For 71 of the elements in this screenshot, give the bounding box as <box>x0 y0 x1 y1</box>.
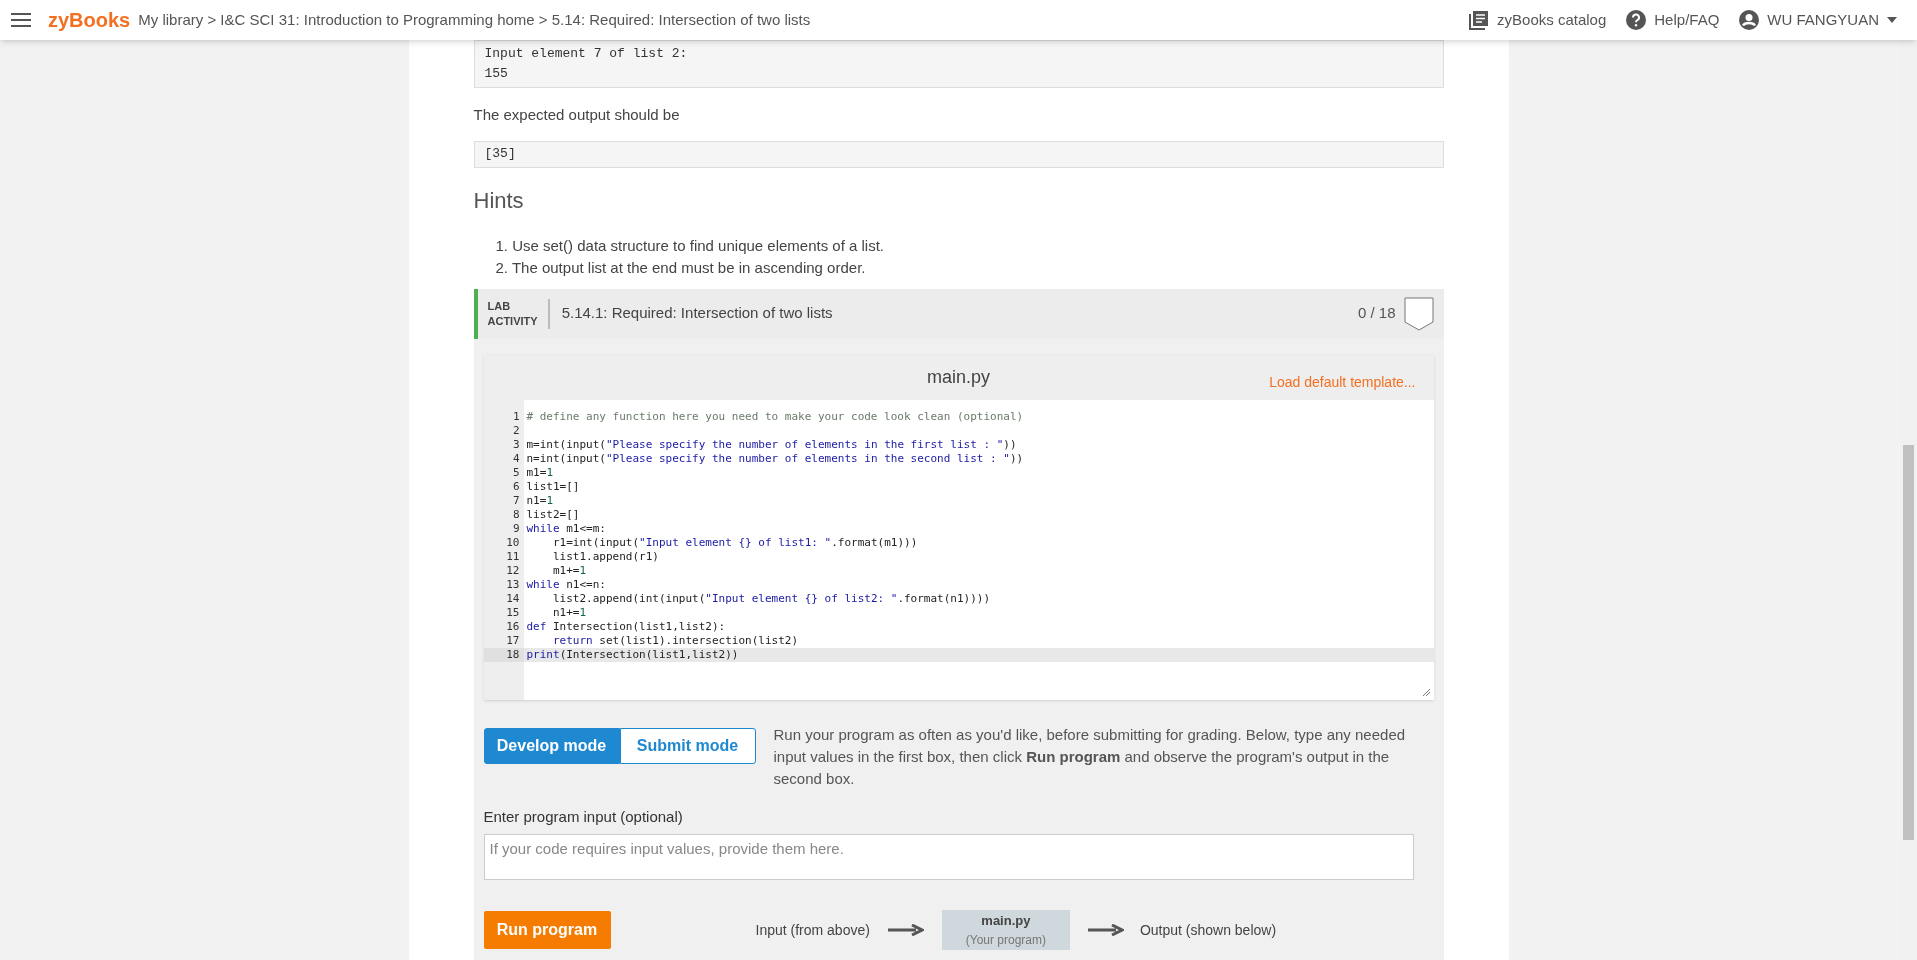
code-line: n1=1 <box>525 493 554 508</box>
lab-badge: LAB ACTIVITY <box>487 298 550 329</box>
caret-icon <box>1887 17 1897 23</box>
load-template-link[interactable]: Load default template... <box>1269 371 1416 393</box>
expected-output: [35] <box>473 140 1444 168</box>
code-line: def Intersection(list1,list2): <box>525 619 727 634</box>
user-menu[interactable]: WU FANGYUAN <box>1739 8 1897 32</box>
line-number: 10 <box>505 535 521 550</box>
code-output-line: 155 <box>484 65 509 83</box>
line-number: 1 <box>511 409 521 424</box>
hint-item: 1. Use set() data structure to find unique elements of a list. <box>495 235 886 256</box>
line-number: 13 <box>505 577 521 592</box>
code-line: # define any function here you need to make your code look clean (optional) <box>525 409 1025 424</box>
resize-handle-icon[interactable] <box>1421 687 1431 697</box>
line-number: 17 <box>505 633 521 648</box>
arrow-icon <box>887 924 924 936</box>
line-number: 9 <box>511 521 521 536</box>
flow-input-label: Input (from above) <box>755 920 870 940</box>
code-line: list2=[] <box>525 507 581 522</box>
code-output-line: Input element 7 of list 2: <box>484 45 689 63</box>
line-number: 6 <box>511 479 521 494</box>
scrollbar-thumb[interactable] <box>1903 445 1914 840</box>
line-number: 3 <box>511 437 521 452</box>
line-number: 14 <box>505 591 521 606</box>
line-number: 7 <box>511 493 521 508</box>
line-number: 8 <box>511 507 521 522</box>
lab-title: 5.14.1: Required: Intersection of two lists <box>561 303 833 324</box>
hints-heading: Hints <box>473 186 525 215</box>
code-line: while n1<=n: <box>525 577 607 592</box>
breadcrumb: My library > I&C SCI 31: Introduction to Programming home > 5.14: Required: Intersection of two lists <box>138 9 811 30</box>
code-line: n=int(input("Please specify the number of elements in the second list : ")) <box>525 451 1025 466</box>
code-line: list1=[] <box>525 479 581 494</box>
flow-output-label: Output (shown below) <box>1139 920 1277 940</box>
user-icon <box>1739 10 1760 30</box>
catalog-link[interactable]: zyBooks catalog <box>1469 8 1607 32</box>
menu-icon[interactable] <box>10 12 32 28</box>
mode-tab[interactable]: Develop mode <box>483 727 620 764</box>
code-line: list1.append(r1) <box>552 549 660 564</box>
line-number: 5 <box>511 465 521 480</box>
mode-tab[interactable]: Submit mode <box>619 727 756 764</box>
score: 0 / 18 <box>1357 303 1396 324</box>
code-line: m1+=1 <box>552 563 588 578</box>
code-line: return set(list1).intersection(list2) <box>552 633 800 648</box>
help-icon <box>1626 10 1647 30</box>
mode-help-text: Run your program as often as you'd like, before submitting for grading. Below, type any needed input values in the first box, then click Run program and observe the program's output in the second box. <box>773 724 1407 789</box>
line-number: 2 <box>511 423 521 438</box>
code-line: while m1<=m: <box>525 521 607 536</box>
code-line: m=int(input("Please specify the number of elements in the first list : ")) <box>525 437 1018 452</box>
input-label: Enter program input (optional) <box>483 806 684 827</box>
hint-item: 2. The output list at the end must be in ascending order. <box>495 257 867 278</box>
program-input-field[interactable]: If your code requires input values, provide them here. <box>483 834 1414 880</box>
line-number: 15 <box>505 605 521 620</box>
book-icon <box>1469 10 1490 30</box>
expected-output-label: The expected output should be <box>473 105 681 125</box>
completion-badge-icon <box>1403 296 1434 331</box>
line-number: 18 <box>483 647 524 662</box>
line-number: 16 <box>505 619 521 634</box>
program-caption: (Your program) <box>965 931 1046 949</box>
help-link[interactable]: Help/FAQ <box>1626 8 1720 32</box>
file-name: main.py <box>927 365 990 389</box>
code-line: m1=1 <box>525 465 554 480</box>
line-number: 12 <box>505 563 521 578</box>
code-line: list2.append(int(input("Input element {} of list2: ".format(n1)))) <box>552 591 992 606</box>
line-number: 4 <box>511 451 521 466</box>
run-program-button[interactable]: Run program <box>483 911 611 949</box>
code-line: n1+=1 <box>552 605 588 620</box>
code-line: r1=int(input("Input element {} of list1: ".format(m1))) <box>552 535 919 550</box>
line-number: 11 <box>505 549 521 564</box>
logo[interactable]: zyBooks <box>48 5 131 35</box>
program-name: main.py <box>981 912 1031 931</box>
arrow-icon <box>1087 924 1124 936</box>
